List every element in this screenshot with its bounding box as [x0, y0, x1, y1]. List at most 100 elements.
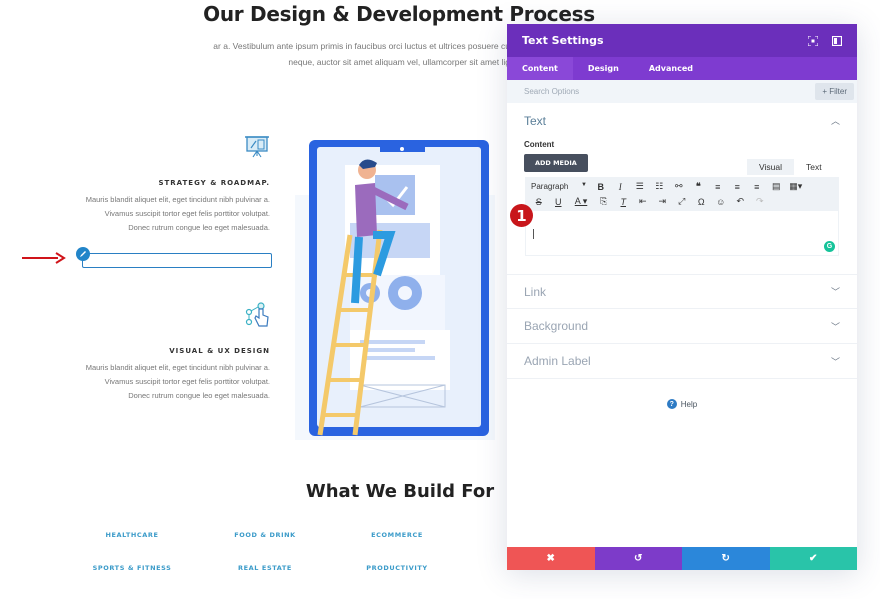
editor-tab-visual[interactable]: Visual: [747, 159, 794, 175]
italic-icon[interactable]: I: [611, 182, 631, 192]
filter-button[interactable]: + Filter: [815, 83, 854, 100]
editor-mode-tabs: Visual Text: [747, 159, 834, 175]
text-settings-modal: Text Settings Content Design Advanced + …: [507, 24, 857, 570]
section-title: Text: [524, 113, 547, 128]
strikethrough-icon[interactable]: S: [529, 197, 549, 207]
content-editor[interactable]: G: [525, 211, 839, 256]
section-title: Admin Label: [524, 354, 591, 368]
modal-header[interactable]: Text Settings: [507, 24, 857, 57]
search-row: + Filter: [507, 80, 857, 103]
feature-line: Mauris blandit aliquet elit, eget tincid…: [85, 363, 270, 372]
clear-formatting-icon[interactable]: T: [614, 197, 634, 207]
underline-icon[interactable]: U: [549, 197, 569, 207]
intro-paragraph: ar a. Vestibulum ante ipsum primis in fa…: [180, 38, 510, 70]
feature-line: Donec rutrum congue leo eget malesuada.: [128, 223, 270, 232]
bulleted-list-icon[interactable]: ☰: [630, 181, 650, 192]
undo-button[interactable]: ↺: [594, 547, 682, 570]
empty-text-module[interactable]: [82, 253, 272, 268]
format-select[interactable]: Paragraph ▼: [529, 182, 591, 191]
feature-title: VISUAL & UX DESIGN: [169, 347, 270, 355]
chevron-up-icon: ︿: [830, 116, 840, 126]
feature-visual-ux: VISUAL & UX DESIGN Mauris blandit alique…: [50, 302, 270, 403]
feature-title: STRATEGY & ROADMAP.: [158, 179, 270, 187]
feature-strategy: STRATEGY & ROADMAP. Mauris blandit aliqu…: [50, 134, 270, 235]
redo-button[interactable]: ↻: [682, 547, 770, 570]
red-arrow-annotation: [22, 252, 66, 264]
table-icon[interactable]: ▦▾: [786, 181, 806, 192]
chevron-down-icon: ﹀: [830, 356, 840, 367]
industry-label[interactable]: SPORTS & FITNESS: [72, 564, 192, 572]
focus-icon[interactable]: [808, 35, 818, 46]
align-center-icon[interactable]: ≡: [728, 182, 748, 192]
step-badge: 1: [510, 204, 533, 227]
sidebar-toggle-icon[interactable]: [832, 35, 842, 46]
numbered-list-icon[interactable]: ☷: [650, 181, 670, 192]
intro-line: ar a. Vestibulum ante ipsum primis in fa…: [213, 41, 510, 51]
tab-design[interactable]: Design: [573, 57, 634, 80]
collapsed-sections: Link ﹀ Background ﹀ Admin Label ﹀: [507, 274, 857, 379]
format-select-value: Paragraph: [531, 182, 569, 191]
industry-label[interactable]: ECOMMERCE: [337, 531, 457, 539]
text-caret: [533, 229, 534, 239]
redo-icon: ↻: [721, 553, 730, 564]
close-icon: ✖: [546, 553, 555, 564]
align-left-icon[interactable]: ≡: [708, 182, 728, 192]
help-icon: ?: [666, 399, 677, 409]
chevron-down-icon: ﹀: [830, 287, 840, 297]
align-right-icon[interactable]: ≡: [747, 182, 767, 192]
tab-advanced[interactable]: Advanced: [634, 57, 708, 80]
grammarly-icon[interactable]: G: [824, 241, 835, 252]
add-media-button[interactable]: ADD MEDIA: [524, 154, 588, 172]
feature-line: Vivamus suscipit tortor eget felis portt…: [104, 377, 270, 386]
bold-icon[interactable]: B: [591, 182, 611, 192]
search-options-input[interactable]: [524, 87, 724, 96]
paste-as-text-icon[interactable]: ⎘: [594, 196, 614, 207]
feature-line: Vivamus suscipit tortor eget felis portt…: [104, 209, 270, 218]
touch-network-icon: [244, 302, 270, 328]
outdent-icon[interactable]: ⇤: [633, 196, 653, 207]
undo-icon[interactable]: ↶: [731, 196, 751, 207]
help-link[interactable]: ? Help: [507, 399, 857, 409]
industry-label[interactable]: FOOD & DRINK: [205, 531, 325, 539]
feature-description: Mauris blandit aliquet elit, eget tincid…: [50, 361, 270, 403]
indent-icon[interactable]: ⇥: [653, 196, 673, 207]
section-title: Link: [524, 284, 547, 299]
industry-label[interactable]: PRODUCTIVITY: [337, 564, 457, 572]
undo-icon: ↺: [634, 553, 643, 564]
industry-label[interactable]: REAL ESTATE: [205, 564, 325, 572]
feature-line: Mauris blandit aliquet elit, eget tincid…: [85, 195, 270, 204]
modal-tabs: Content Design Advanced: [507, 57, 857, 80]
special-character-icon[interactable]: Ω: [692, 197, 712, 207]
page-title: Our Design & Development Process: [203, 2, 595, 26]
save-button[interactable]: ✔: [769, 547, 857, 570]
fullscreen-icon[interactable]: ⤢: [672, 196, 692, 207]
feature-line: Donec rutrum congue leo eget malesuada.: [128, 391, 270, 400]
section-background-toggle[interactable]: Background ﹀: [507, 309, 857, 344]
justify-icon[interactable]: ▤: [767, 181, 787, 192]
industry-label[interactable]: HEALTHCARE: [72, 531, 192, 539]
checkmark-icon: ✔: [809, 553, 818, 564]
intro-line: neque, auctor sit amet aliquam vel, ulla…: [288, 57, 510, 67]
editor-toolbar: Paragraph ▼ B I ☰ ☷ ⚯ ❝ ≡ ≡ ≡ ▤ ▦▾ S U A …: [525, 177, 839, 211]
modal-footer: ✖ ↺ ↻ ✔: [507, 547, 857, 570]
chevron-down-icon: ﹀: [830, 321, 840, 332]
edit-pencil-icon[interactable]: [76, 247, 90, 261]
presentation-board-icon: [244, 134, 270, 160]
emoji-icon[interactable]: ☺: [711, 197, 731, 207]
editor-tab-text[interactable]: Text: [794, 159, 834, 175]
link-icon[interactable]: ⚯: [669, 181, 689, 192]
section-title: Background: [524, 319, 589, 333]
section-admin-label-toggle[interactable]: Admin Label ﹀: [507, 344, 857, 379]
redo-icon[interactable]: ↷: [750, 196, 770, 207]
content-label: Content: [524, 140, 555, 149]
text-color-icon[interactable]: A ▾: [568, 196, 594, 207]
cancel-button[interactable]: ✖: [507, 547, 595, 570]
tab-content[interactable]: Content: [507, 57, 573, 80]
blockquote-icon[interactable]: ❝: [689, 181, 709, 192]
modal-title: Text Settings: [522, 34, 604, 47]
illustration-ladder-phone: [295, 140, 495, 440]
section-link-toggle[interactable]: Link ﹀: [507, 274, 857, 309]
section-title-what-we-build: What We Build For: [305, 481, 495, 502]
section-text-toggle[interactable]: Text ︿: [507, 103, 857, 138]
feature-description: Mauris blandit aliquet elit, eget tincid…: [50, 193, 270, 235]
